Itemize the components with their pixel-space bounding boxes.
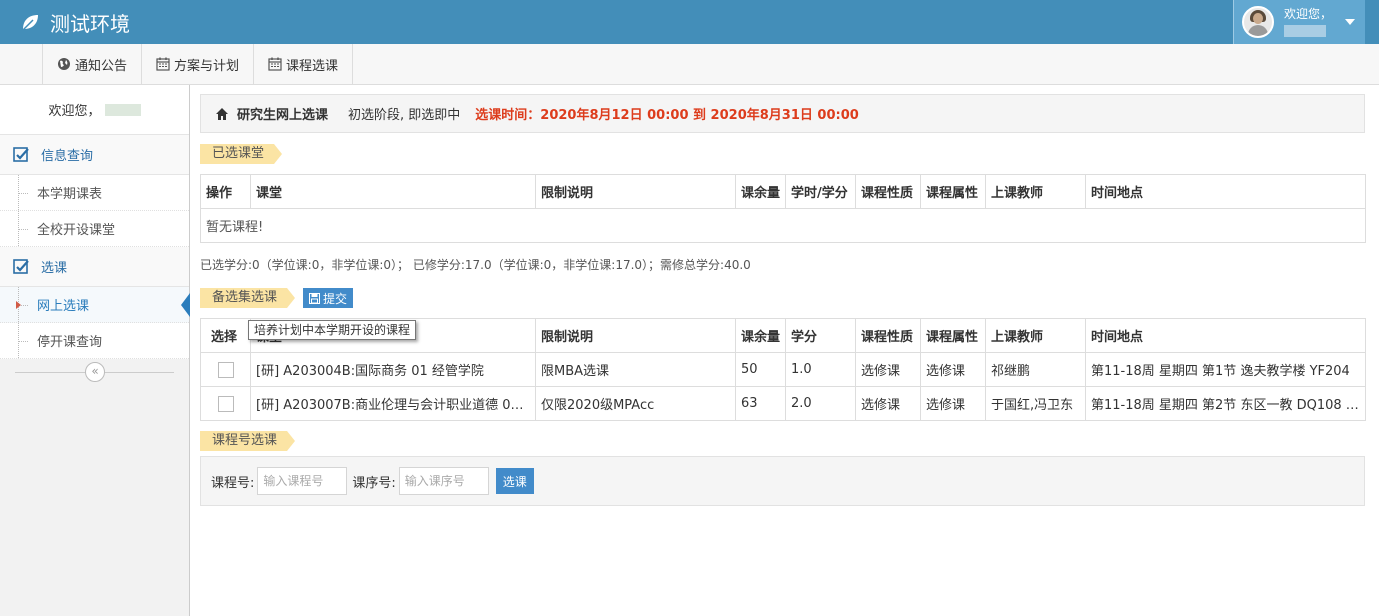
sidebar-item-all-classes[interactable]: 全校开设课堂 bbox=[0, 211, 189, 247]
table-row: [研] A203004B:国际商务 01 经管学院 限MBA选课 50 1.0 … bbox=[200, 352, 1366, 387]
save-icon bbox=[309, 292, 321, 304]
tooltip: 培养计划中本学期开设的课程 bbox=[248, 320, 417, 340]
credit-summary: 已选学分:0（学位课:0，非学位课:0）； 已修学分:17.0（学位课:0，非学… bbox=[200, 258, 751, 272]
selected-ribbon: 已选课堂 bbox=[200, 144, 283, 164]
course-no-input[interactable] bbox=[257, 467, 348, 495]
sidebar: 欢迎您， 信息查询 本学期课表 全校开设课堂 选课 网上选课 停开课查询 « bbox=[0, 85, 190, 616]
row-checkbox[interactable] bbox=[218, 361, 234, 378]
select-course-button[interactable]: 选课 bbox=[495, 468, 534, 494]
sidebar-welcome: 欢迎您， bbox=[0, 85, 189, 135]
top-bar: 测试环境 欢迎您， bbox=[0, 0, 1379, 44]
course-number-ribbon: 课程号选课 bbox=[200, 431, 296, 451]
caret-right-icon bbox=[16, 301, 21, 309]
user-menu[interactable]: 欢迎您， bbox=[1233, 0, 1365, 44]
row-checkbox[interactable] bbox=[218, 395, 234, 412]
sidebar-group-info[interactable]: 信息查询 bbox=[0, 135, 189, 175]
sidebar-item-term-schedule[interactable]: 本学期课表 bbox=[0, 175, 189, 211]
seq-no-input[interactable] bbox=[398, 467, 489, 495]
sidebar-item-online-selection[interactable]: 网上选课 bbox=[0, 287, 190, 323]
checkbox-checked-icon bbox=[13, 146, 29, 162]
active-pointer bbox=[181, 293, 190, 317]
breadcrumb: 研究生网上选课 初选阶段, 即选即中 选课时间：2020年8月12日 00:00… bbox=[200, 94, 1365, 133]
sidebar-group-select[interactable]: 选课 bbox=[0, 247, 189, 287]
app-title: 测试环境 bbox=[50, 11, 130, 36]
table-header-row: 操作 课堂 限制说明 课余量 学时/学分 课程性质 课程属性 上课教师 时间地点 bbox=[200, 174, 1366, 209]
avatar bbox=[1242, 6, 1274, 38]
sidebar-collapse: « bbox=[0, 359, 189, 385]
candidate-ribbon: 备选集选课 bbox=[200, 288, 296, 308]
user-greeting: 欢迎您， bbox=[1284, 7, 1333, 21]
home-icon[interactable] bbox=[215, 107, 229, 121]
page-title: 研究生网上选课 bbox=[237, 108, 329, 123]
user-name-redacted bbox=[104, 103, 141, 116]
checkbox-checked-icon bbox=[13, 258, 29, 274]
selected-table: 操作 课堂 限制说明 课余量 学时/学分 课程性质 课程属性 上课教师 时间地点… bbox=[200, 174, 1366, 243]
nav-bar: 通知公告 方案与计划 课程选课 bbox=[0, 44, 1379, 85]
globe-icon bbox=[58, 58, 70, 70]
course-no-label: 课程号: bbox=[211, 475, 255, 491]
nav-plan[interactable]: 方案与计划 bbox=[142, 44, 255, 84]
selection-time: 选课时间：2020年8月12日 00:00 到 2020年8月31日 00:00 bbox=[475, 108, 859, 123]
user-name-redacted bbox=[1284, 25, 1326, 37]
main-content: 研究生网上选课 初选阶段, 即选即中 选课时间：2020年8月12日 00:00… bbox=[200, 94, 1366, 506]
calendar-icon bbox=[268, 57, 282, 71]
course-number-form: 课程号: 课序号: 选课 bbox=[200, 456, 1365, 506]
leaf-icon bbox=[22, 15, 38, 31]
calendar-icon bbox=[156, 57, 170, 71]
caret-down-icon bbox=[1345, 19, 1355, 25]
collapse-icon[interactable]: « bbox=[85, 362, 105, 382]
stage-text: 初选阶段, 即选即中 bbox=[348, 108, 461, 123]
empty-message: 暂无课程! bbox=[200, 208, 1366, 243]
table-row: 暂无课程! bbox=[200, 208, 1366, 243]
sidebar-item-cancelled-query[interactable]: 停开课查询 bbox=[0, 323, 189, 359]
seq-no-label: 课序号: bbox=[352, 475, 396, 491]
nav-notice[interactable]: 通知公告 bbox=[43, 44, 143, 84]
brand[interactable]: 测试环境 bbox=[20, 9, 130, 36]
nav-course-selection[interactable]: 课程选课 bbox=[254, 44, 354, 84]
submit-button[interactable]: 提交 bbox=[303, 288, 354, 308]
table-row: [研] A203007B:商业伦理与会计职业道德 01 经... 仅限2020级… bbox=[200, 386, 1366, 421]
